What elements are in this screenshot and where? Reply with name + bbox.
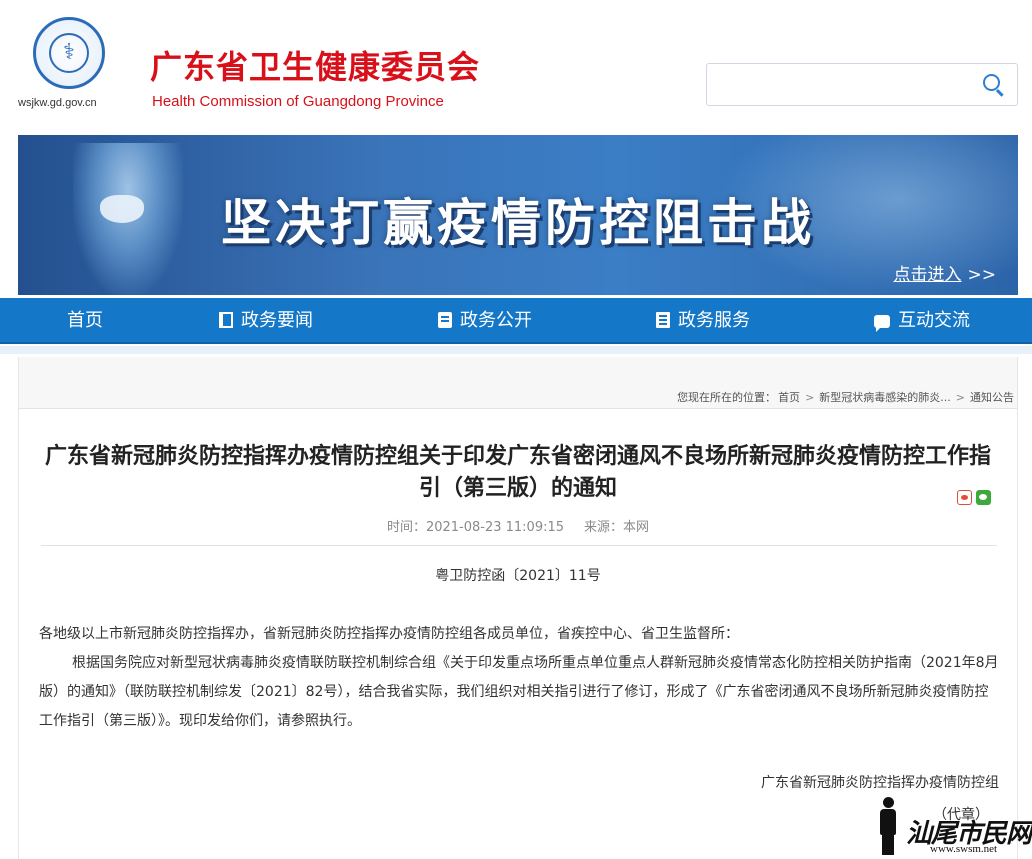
article-source: 来源：本网: [584, 520, 650, 535]
article-title: 广东省新冠肺炎防控指挥办疫情防控组关于印发广东省密闭通风不良场所新冠肺炎疫情防控…: [44, 444, 991, 501]
breadcrumb-separator: >: [805, 391, 815, 404]
banner-title: 坚决打赢疫情防控阻击战: [221, 194, 815, 252]
nav-item-label: 互动交流: [898, 310, 970, 331]
wechat-share-icon[interactable]: [976, 490, 991, 505]
nav-item-government-services[interactable]: 政务服务: [656, 298, 750, 344]
breadcrumb-separator: >: [955, 391, 965, 404]
document-icon: [438, 312, 452, 328]
article-time: 时间：2021-08-23 11:09:15: [386, 520, 565, 535]
site-name-english[interactable]: Health Commission of Guangdong Province: [152, 93, 444, 110]
nav-item-label: 政务要闻: [241, 310, 313, 331]
title-divider: [41, 545, 997, 546]
nav-item-home[interactable]: 首页: [67, 298, 103, 344]
document-number: 粤卫防控函〔2021〕11号: [435, 568, 601, 584]
main-navigation: 首页 政务要闻 政务公开 政务服务 互动交流: [0, 298, 1032, 344]
news-icon: [219, 312, 233, 328]
article-card: 您现在所在的位置： 首页 > 新型冠状病毒感染的肺炎... > 通知公告 广东省新冠肺炎防…: [18, 357, 1018, 859]
site-url: wsjkw.gd.gov.cn: [18, 97, 97, 109]
breadcrumb-item-home[interactable]: 首页: [778, 391, 800, 404]
share-buttons: [953, 487, 991, 506]
breadcrumb-item-notices[interactable]: 通知公告: [970, 391, 1014, 404]
watermark: 汕尾市民网 www.swsm.net: [872, 795, 1032, 859]
nav-item-label: 首页: [67, 310, 103, 331]
epidemic-banner[interactable]: 坚决打赢疫情防控阻击战 点击进入 >>: [18, 135, 1018, 295]
weibo-share-icon[interactable]: [957, 490, 972, 505]
nav-item-government-news[interactable]: 政务要闻: [219, 298, 313, 344]
double-chevron-right-icon: >>: [967, 265, 997, 285]
person-silhouette-icon: [874, 797, 902, 857]
site-name-chinese[interactable]: 广东省卫生健康委员会: [150, 42, 480, 88]
nav-item-label: 政务服务: [678, 310, 750, 331]
nav-item-label: 政务公开: [460, 310, 532, 331]
breadcrumb: 您现在所在的位置： 首页 > 新型冠状病毒感染的肺炎... > 通知公告: [676, 389, 1015, 405]
search-icon[interactable]: [981, 72, 1007, 98]
watermark-url: www.swsm.net: [930, 843, 998, 855]
site-header: ⚕ wsjkw.gd.gov.cn 广东省卫生健康委员会 Health Comm…: [0, 0, 1032, 132]
nav-item-interaction[interactable]: 互动交流: [874, 298, 970, 344]
breadcrumb-bar: 您现在所在的位置： 首页 > 新型冠状病毒感染的肺炎... > 通知公告: [19, 357, 1017, 409]
article-body-paragraph: 根据国务院应对新型冠状病毒肺炎疫情联防联控机制综合组《关于印发重点场所重点单位重…: [39, 655, 999, 729]
nav-item-government-disclosure[interactable]: 政务公开: [438, 298, 532, 344]
banner-enter-link[interactable]: 点击进入 >>: [894, 260, 997, 285]
article-signer: 广东省新冠肺炎防控指挥办疫情防控组: [761, 775, 999, 791]
search-input[interactable]: [715, 72, 965, 98]
list-icon: [656, 312, 670, 328]
search-box: [706, 63, 1018, 106]
caduceus-icon: ⚕: [63, 40, 75, 65]
banner-enter-label: 点击进入: [893, 265, 962, 285]
article-meta: 时间：2021-08-23 11:09:15 来源：本网: [19, 516, 1017, 535]
commission-emblem-logo[interactable]: ⚕: [33, 17, 105, 89]
chat-icon: [874, 315, 890, 332]
nav-underbar: [0, 346, 1032, 354]
article-salutation: 各地级以上市新冠肺炎防控指挥办，省新冠肺炎防控指挥办疫情防控组各成员单位，省疾控…: [39, 626, 739, 642]
breadcrumb-prefix: 您现在所在的位置：: [677, 391, 777, 404]
breadcrumb-item-category[interactable]: 新型冠状病毒感染的肺炎...: [819, 391, 951, 404]
